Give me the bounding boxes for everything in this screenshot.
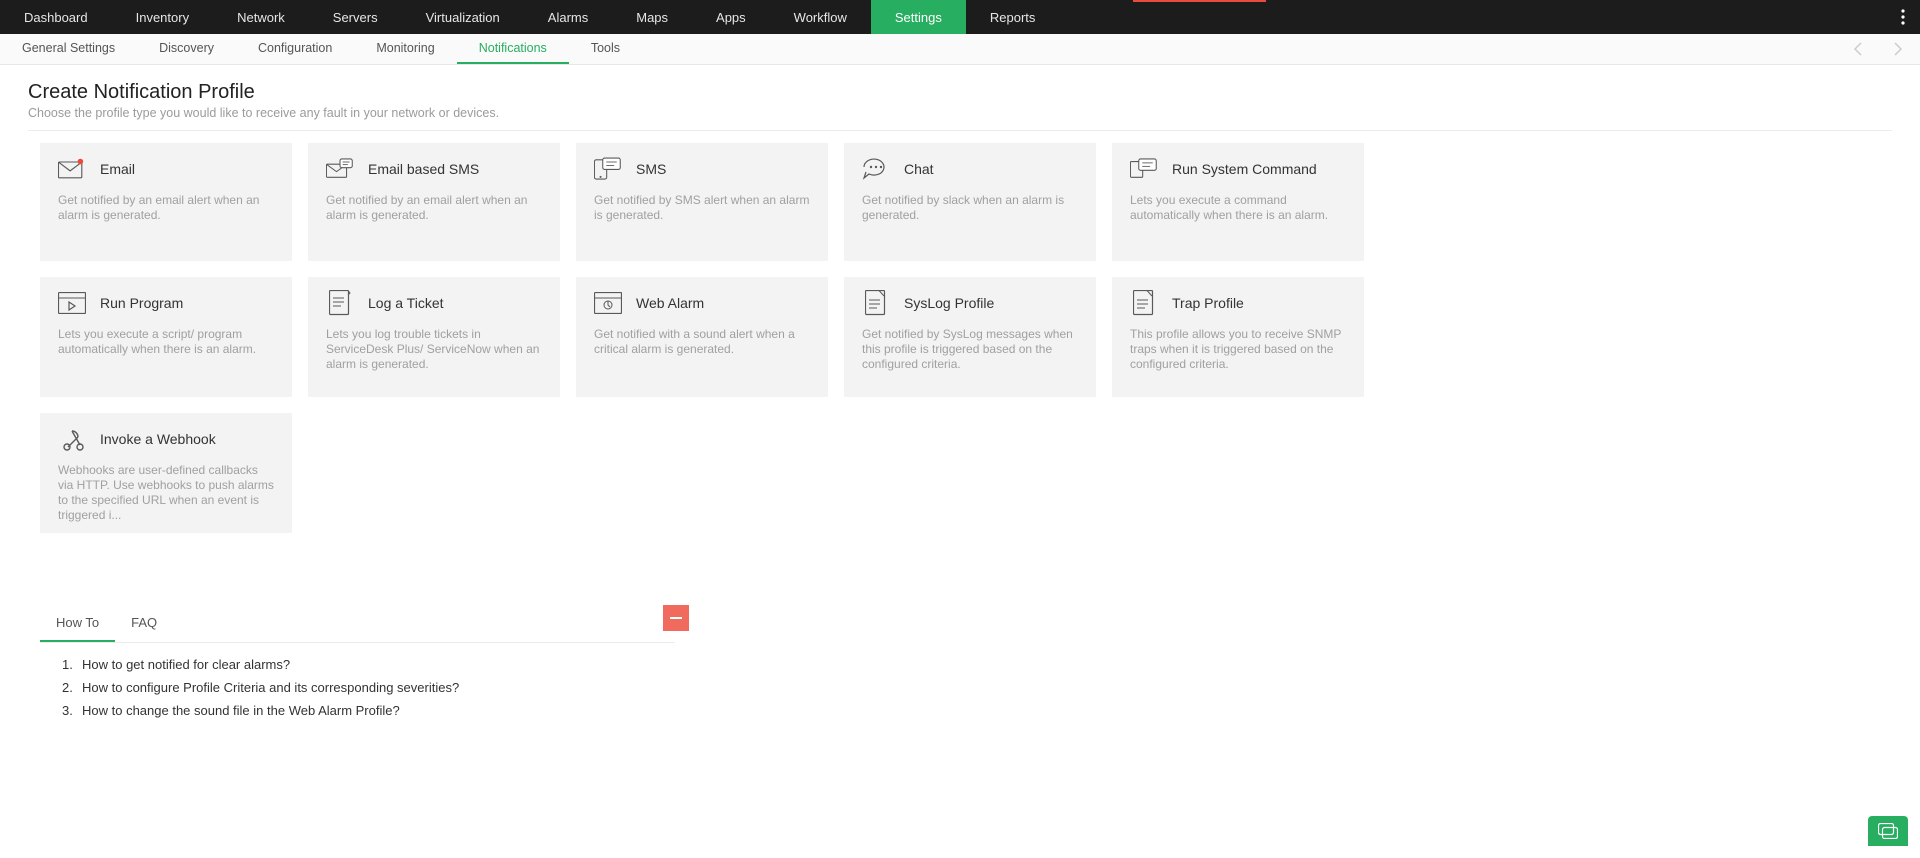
card-title: Web Alarm — [636, 295, 704, 311]
card-web-alarm[interactable]: Web Alarm Get notified with a sound aler… — [576, 277, 828, 397]
howto-tabbar: How To FAQ — [40, 607, 675, 643]
web-alarm-icon — [594, 291, 622, 315]
card-desc: Lets you log trouble tickets in ServiceD… — [326, 327, 542, 372]
subnav-prev-icon[interactable] — [1844, 35, 1872, 63]
howto-item[interactable]: 2.How to configure Profile Criteria and … — [62, 680, 1880, 695]
card-desc: Lets you execute a command automatically… — [1130, 193, 1346, 223]
card-desc: Get notified by an email alert when an a… — [326, 193, 542, 223]
card-title: Chat — [904, 161, 934, 177]
topnav-servers[interactable]: Servers — [309, 0, 402, 34]
card-desc: Get notified by slack when an alarm is g… — [862, 193, 1078, 223]
topnav-workflow[interactable]: Workflow — [770, 0, 871, 34]
subnav-next-icon[interactable] — [1884, 35, 1912, 63]
chat-icon — [862, 157, 890, 181]
webhook-icon — [58, 427, 86, 451]
command-icon — [1130, 157, 1158, 181]
howto-tab-faq[interactable]: FAQ — [115, 607, 173, 642]
topnav-virtualization[interactable]: Virtualization — [402, 0, 524, 34]
topnav-dashboard[interactable]: Dashboard — [0, 0, 112, 34]
subnav-configuration[interactable]: Configuration — [236, 34, 354, 64]
card-title: Invoke a Webhook — [100, 431, 216, 447]
sms-icon — [594, 157, 622, 181]
card-log-a-ticket[interactable]: Log a Ticket Lets you log trouble ticket… — [308, 277, 560, 397]
email-sms-icon — [326, 157, 354, 181]
card-syslog-profile[interactable]: SysLog Profile Get notified by SysLog me… — [844, 277, 1096, 397]
page-title: Create Notification Profile — [28, 81, 1892, 104]
card-desc: Webhooks are user-defined callbacks via … — [58, 463, 274, 523]
card-trap-profile[interactable]: Trap Profile This profile allows you to … — [1112, 277, 1364, 397]
subnav-notifications[interactable]: Notifications — [457, 34, 569, 64]
sub-nav: General Settings Discovery Configuration… — [0, 34, 1920, 65]
trap-icon — [1130, 291, 1158, 315]
subnav-general-settings[interactable]: General Settings — [0, 34, 137, 64]
email-icon — [58, 157, 86, 181]
ticket-icon — [326, 291, 354, 315]
card-title: Run Program — [100, 295, 183, 311]
card-desc: This profile allows you to receive SNMP … — [1130, 327, 1346, 372]
card-invoke-a-webhook[interactable]: Invoke a Webhook Webhooks are user-defin… — [40, 413, 292, 533]
topnav-more-icon[interactable] — [1886, 0, 1920, 34]
card-desc: Get notified by an email alert when an a… — [58, 193, 274, 223]
card-title: Log a Ticket — [368, 295, 444, 311]
card-title: SysLog Profile — [904, 295, 994, 311]
card-title: SMS — [636, 161, 666, 177]
subnav-tools[interactable]: Tools — [569, 34, 642, 64]
howto-item[interactable]: 3.How to change the sound file in the We… — [62, 703, 1880, 718]
topnav-maps[interactable]: Maps — [612, 0, 692, 34]
howto-item-text: How to change the sound file in the Web … — [82, 703, 400, 718]
page-subtitle: Choose the profile type you would like t… — [28, 106, 1892, 120]
program-icon — [58, 291, 86, 315]
howto-item[interactable]: 1.How to get notified for clear alarms? — [62, 657, 1880, 672]
syslog-icon — [862, 291, 890, 315]
topnav-network[interactable]: Network — [213, 0, 309, 34]
card-desc: Get notified by SysLog messages when thi… — [862, 327, 1078, 372]
topnav-settings[interactable]: Settings — [871, 0, 966, 34]
card-desc: Get notified with a sound alert when a c… — [594, 327, 810, 357]
card-title: Trap Profile — [1172, 295, 1244, 311]
howto-tab-howto[interactable]: How To — [40, 607, 115, 642]
howto-item-text: How to configure Profile Criteria and it… — [82, 680, 459, 695]
howto-collapse-button[interactable] — [663, 605, 689, 631]
topnav-inventory[interactable]: Inventory — [112, 0, 213, 34]
card-title: Run System Command — [1172, 161, 1317, 177]
topnav-reports[interactable]: Reports — [966, 0, 1060, 34]
subnav-monitoring[interactable]: Monitoring — [354, 34, 456, 64]
card-desc: Get notified by SMS alert when an alarm … — [594, 193, 810, 223]
top-nav: Dashboard Inventory Network Servers Virt… — [0, 0, 1920, 34]
card-run-system-command[interactable]: Run System Command Lets you execute a co… — [1112, 143, 1364, 261]
card-title: Email based SMS — [368, 161, 479, 177]
card-email[interactable]: Email Get notified by an email alert whe… — [40, 143, 292, 261]
topnav-apps[interactable]: Apps — [692, 0, 770, 34]
feedback-floating-button[interactable] — [1868, 816, 1908, 846]
card-chat[interactable]: Chat Get notified by slack when an alarm… — [844, 143, 1096, 261]
howto-item-text: How to get notified for clear alarms? — [82, 657, 290, 672]
topnav-alarms[interactable]: Alarms — [524, 0, 612, 34]
card-desc: Lets you execute a script/ program autom… — [58, 327, 274, 357]
card-run-program[interactable]: Run Program Lets you execute a script/ p… — [40, 277, 292, 397]
subnav-discovery[interactable]: Discovery — [137, 34, 236, 64]
card-title: Email — [100, 161, 135, 177]
card-email-based-sms[interactable]: Email based SMS Get notified by an email… — [308, 143, 560, 261]
card-sms[interactable]: SMS Get notified by SMS alert when an al… — [576, 143, 828, 261]
